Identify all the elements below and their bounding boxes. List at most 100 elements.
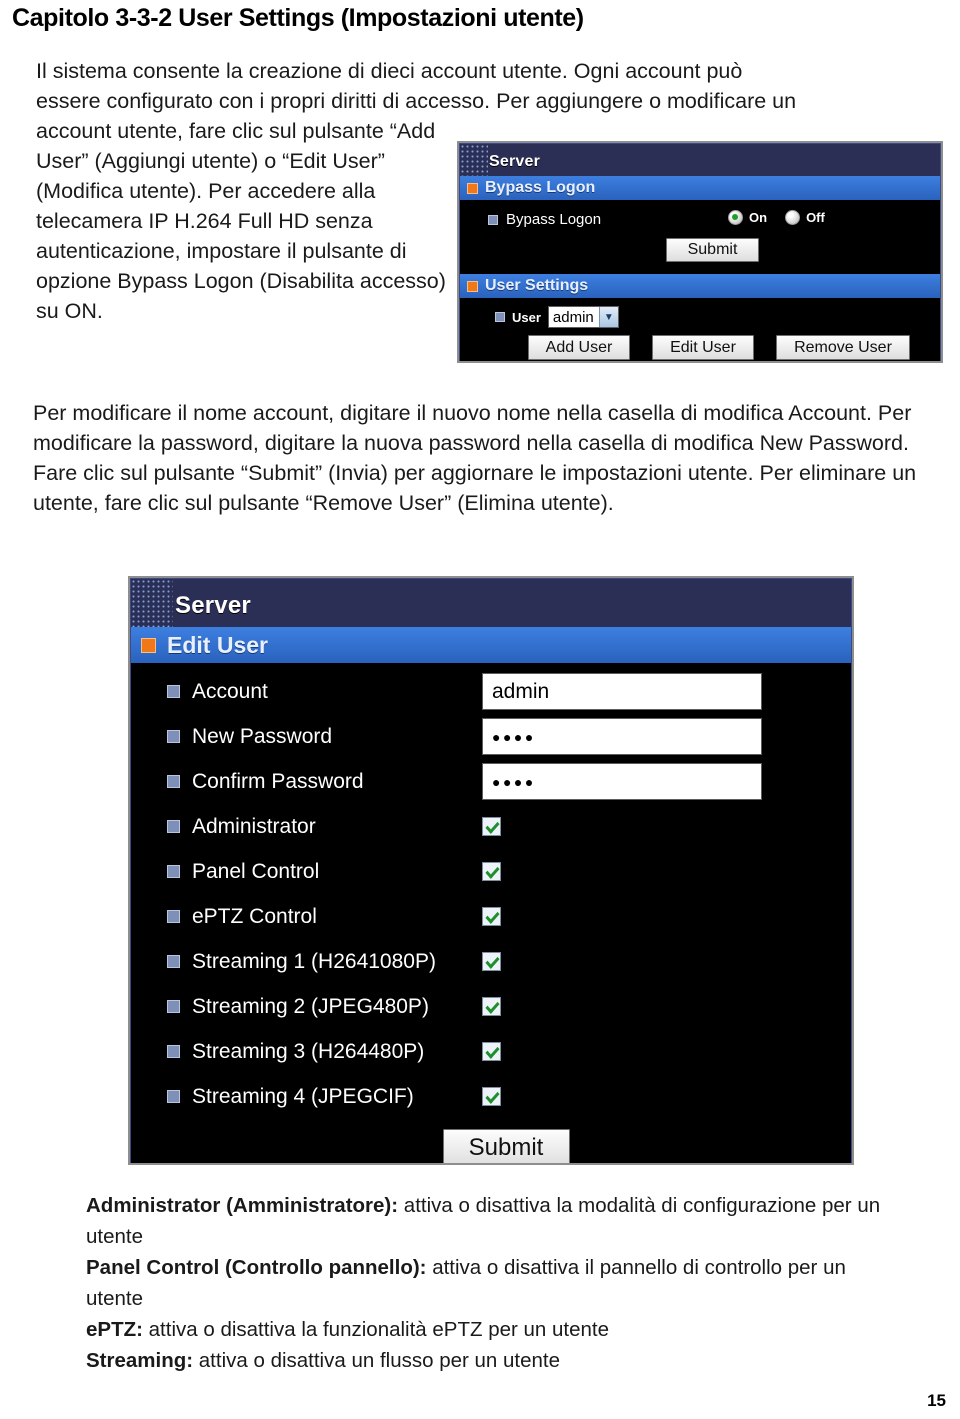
field-bullet-icon [167,955,180,968]
server-logo-icon [131,579,173,627]
remove-user-button[interactable]: Remove User [776,335,910,360]
field-row-account: Account admin [131,669,851,714]
field-bullet-icon [167,775,180,788]
field-label-streaming-4: Streaming 4 (JPEGCIF) [192,1084,414,1108]
field-row-streaming-1: Streaming 1 (H2641080P) [131,939,851,984]
legend-term-streaming: Streaming: [86,1349,194,1372]
section-expand-icon [141,637,156,653]
field-row-administrator: Administrator [131,804,851,849]
field-row-eptz-control: ePTZ Control [131,894,851,939]
field-bullet-icon [167,865,180,878]
legend-item-administrator: Administrator (Amministratore): attiva o… [86,1190,886,1252]
streaming-3-checkbox[interactable] [482,1042,501,1061]
field-label-streaming-3: Streaming 3 (H264480P) [192,1039,425,1063]
section-expand-icon [467,280,478,292]
user-row-label: User [512,309,541,325]
field-bullet-icon [167,685,180,698]
edit-user-section-header[interactable]: Edit User [131,627,851,663]
field-row-streaming-4: Streaming 4 (JPEGCIF) [131,1074,851,1119]
confirm-password-input[interactable]: ●●●● [482,763,762,800]
field-label-new-password: New Password [192,724,333,748]
radio-on[interactable] [728,210,743,225]
edit-user-submit-button[interactable]: Submit [442,1129,570,1163]
legend-term-administrator: Administrator (Amministratore): [86,1194,399,1217]
field-label-administrator: Administrator [192,814,316,838]
page-number: 15 [927,1391,946,1410]
legend-desc-eptz: attiva o disattiva la funzionalità ePTZ … [142,1318,610,1341]
field-bullet-icon [167,820,180,833]
bypass-logon-row: Bypass Logon [488,211,601,228]
middle-paragraph: Per modificare il nome account, digitare… [33,398,948,518]
bypass-window: Server Bypass Logon Bypass Logon On Off … [459,143,941,361]
radio-on-label: On [749,210,768,225]
page-title: Capitolo 3-3-2 User Settings (Impostazio… [12,4,584,32]
streaming-4-checkbox[interactable] [482,1087,501,1106]
edit-user-form: Account admin New Password ●●●● Confirm … [131,663,851,1163]
legend-list: Administrator (Amministratore): attiva o… [86,1190,886,1376]
bypass-window-title: Server [489,153,541,170]
new-password-input-value: ●●●● [492,728,536,745]
legend-term-eptz: ePTZ: [86,1318,143,1341]
administrator-checkbox[interactable] [482,817,501,836]
field-bullet-icon [167,1000,180,1013]
bypass-logon-radio-group: On Off [728,210,825,225]
field-row-new-password: New Password ●●●● [131,714,851,759]
field-row-streaming-3: Streaming 3 (H264480P) [131,1029,851,1074]
section-expand-icon [467,182,478,194]
field-row-confirm-password: Confirm Password ●●●● [131,759,851,804]
edit-user-window-title: Server [175,592,251,619]
field-row-panel-control: Panel Control [131,849,851,894]
intro-wrapped-text: account utente, fare clic sul pulsante “… [36,119,446,323]
user-settings-section-title: User Settings [485,277,589,294]
account-input-value: admin [492,679,550,703]
legend-desc-streaming: attiva o disattiva un flusso per un uten… [193,1349,561,1372]
edit-user-button[interactable]: Edit User [652,335,754,360]
radio-off[interactable] [785,210,801,225]
field-bullet-icon [167,1045,180,1058]
intro-line-2: essere configurato con i propri diritti … [36,89,797,113]
intro-line-1: Il sistema consente la creazione di diec… [36,59,743,83]
bypass-logon-section-title: Bypass Logon [485,179,596,196]
user-action-buttons: Add User Edit User Remove User [528,335,910,360]
eptz-control-checkbox[interactable] [482,907,501,926]
panel-control-checkbox[interactable] [482,862,501,881]
confirm-password-input-value: ●●●● [492,773,536,790]
add-user-button[interactable]: Add User [528,335,630,360]
user-settings-section-header[interactable]: User Settings [460,274,940,298]
server-logo-icon [460,144,488,176]
screenshot-edit-user: Server Edit User Account admin New Passw… [128,576,854,1165]
field-bullet-icon [167,730,180,743]
field-label-panel-control: Panel Control [192,859,320,883]
streaming-1-checkbox[interactable] [482,952,501,971]
screenshot-bypass-logon: Server Bypass Logon Bypass Logon On Off … [457,141,943,363]
user-select-value: admin [552,308,594,326]
field-label-account: Account [192,679,268,703]
field-label-streaming-1: Streaming 1 (H2641080P) [192,949,436,973]
field-bullet-icon [488,214,498,225]
legend-item-panel-control: Panel Control (Controllo pannello): atti… [86,1252,886,1314]
legend-term-panel-control: Panel Control (Controllo pannello): [86,1256,427,1279]
field-bullet-icon [167,910,180,923]
chevron-down-icon: ▼ [598,307,618,327]
edit-user-section-title: Edit User [167,631,268,658]
field-label-streaming-2: Streaming 2 (JPEG480P) [192,994,429,1018]
field-label-eptz-control: ePTZ Control [192,904,317,928]
legend-item-streaming: Streaming: attiva o disattiva un flusso … [86,1345,886,1376]
field-label-confirm-password: Confirm Password [192,769,364,793]
document-page: Capitolo 3-3-2 User Settings (Impostazio… [0,0,960,1419]
field-bullet-icon [495,312,505,322]
user-select-row: User admin ▼ [495,306,619,328]
edit-user-window: Server Edit User Account admin New Passw… [130,578,852,1163]
new-password-input[interactable]: ●●●● [482,718,762,755]
edit-user-submit-row: Submit [131,1119,851,1163]
bypass-logon-section-header[interactable]: Bypass Logon [460,176,940,200]
streaming-2-checkbox[interactable] [482,997,501,1016]
bypass-logon-row-label: Bypass Logon [506,211,602,228]
field-bullet-icon [167,1090,180,1103]
legend-item-eptz: ePTZ: attiva o disattiva la funzionalità… [86,1314,886,1345]
user-select-dropdown[interactable]: admin ▼ [547,306,619,328]
bypass-submit-button[interactable]: Submit [666,238,759,262]
user-settings-body: User admin ▼ Add User Edit User Remove U… [460,298,940,361]
bypass-titlebar: Server [460,144,940,176]
account-input[interactable]: admin [482,673,762,710]
